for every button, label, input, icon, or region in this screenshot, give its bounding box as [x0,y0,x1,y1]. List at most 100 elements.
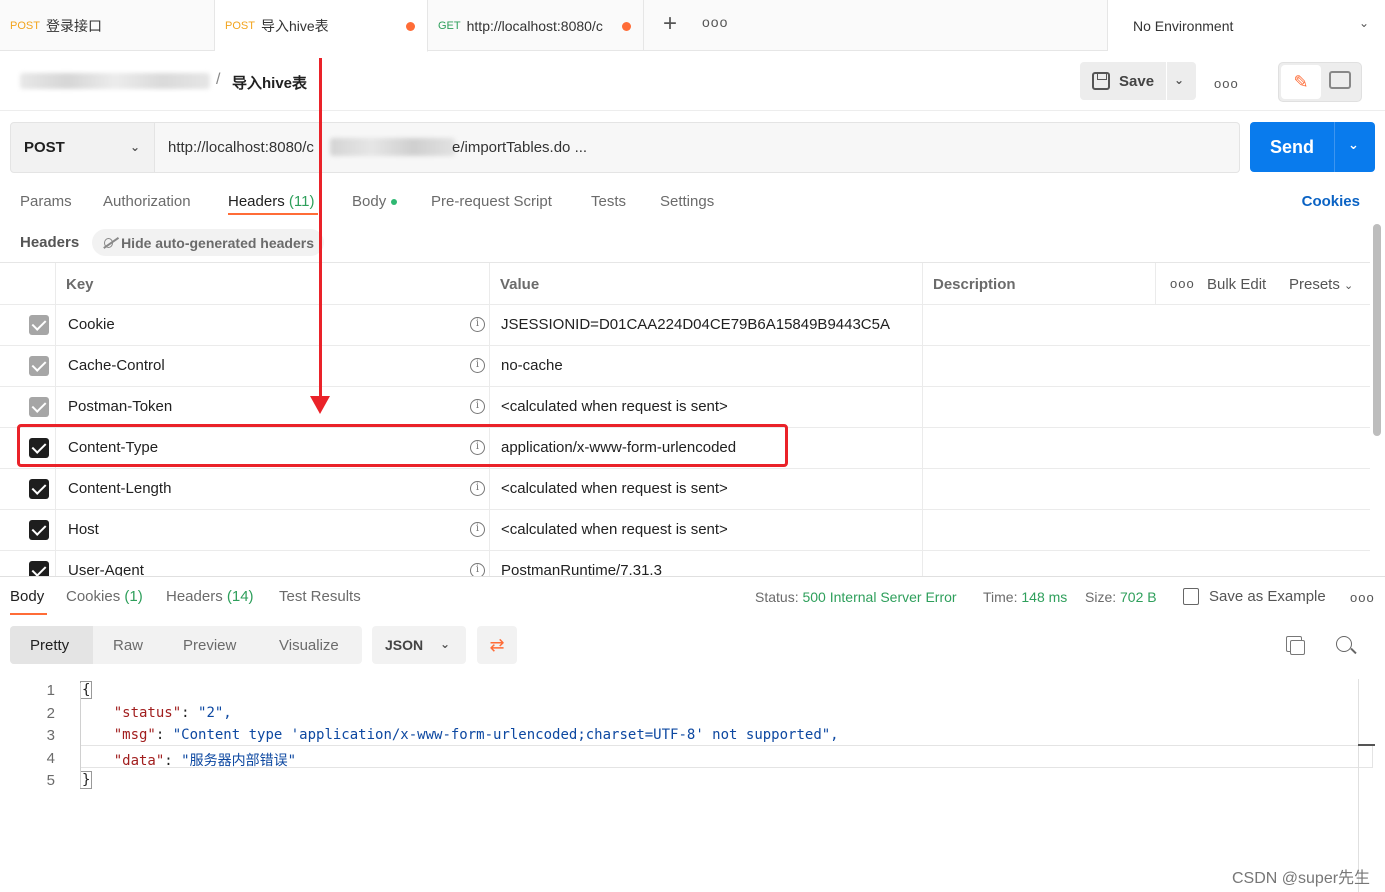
header-key[interactable]: Cookie [68,316,115,333]
json-brace: { [80,681,93,699]
header-key[interactable]: Cache-Control [68,357,165,374]
code-line: 4 "data": "服务器内部错误" [0,747,1360,769]
environment-select[interactable]: No Environment ⌄ [1107,0,1385,51]
table-more-icon[interactable]: ooo [1170,276,1195,291]
response-status[interactable]: Status: 500 Internal Server Error [755,589,957,605]
new-tab-plus-icon[interactable]: + [656,10,684,38]
tab-more-icon[interactable]: ooo [702,14,728,30]
line-number: 2 [46,704,55,722]
header-description[interactable] [923,551,1370,576]
header-key[interactable]: Postman-Token [68,398,172,415]
tab-body[interactable]: Body [352,193,398,210]
json-value: "2", [198,704,232,721]
response-body-editor[interactable]: 1{2 "status": "2", 3 "msg": "Content type… [0,679,1385,892]
edit-comment-toggle: ✎ [1278,62,1362,102]
response-more-icon[interactable]: ooo [1350,590,1375,605]
info-icon[interactable]: i [470,399,485,414]
column-key: Key [66,276,94,293]
tab-pre-request-script[interactable]: Pre-request Script [431,193,552,210]
view-raw[interactable]: Raw [113,626,143,664]
save-button[interactable]: Save ⌄ [1080,62,1196,100]
tab-tests[interactable]: Tests [591,193,626,210]
copy-icon[interactable] [1286,636,1305,655]
info-icon[interactable]: i [470,317,485,332]
send-button[interactable]: Send ⌄ [1250,122,1375,172]
view-preview[interactable]: Preview [183,626,236,664]
header-key[interactable]: Content-Length [68,480,171,497]
header-description[interactable] [923,510,1370,550]
header-checkbox[interactable] [29,356,49,376]
header-value[interactable]: <calculated when request is sent> [501,398,728,415]
scrollbar[interactable] [1373,224,1381,436]
json-key: "data" [113,752,165,769]
environment-label: No Environment [1133,17,1234,34]
info-icon[interactable]: i [470,522,485,537]
response-tab-test-results[interactable]: Test Results [279,588,361,605]
bulk-edit-button[interactable]: Bulk Edit [1207,276,1266,293]
header-description[interactable] [923,346,1370,386]
header-value[interactable]: no-cache [501,357,563,374]
format-select[interactable]: JSON ⌄ [372,626,466,664]
save-as-example-button[interactable]: Save as Example [1183,588,1326,605]
header-checkbox[interactable] [29,561,49,576]
header-description[interactable] [923,387,1370,427]
table-row: Content-Length i <calculated when request … [0,469,1370,510]
view-visualize[interactable]: Visualize [279,626,339,664]
breadcrumb-separator: / [216,71,221,88]
header-value[interactable]: PostmanRuntime/7.31.3 [501,562,662,576]
method-select[interactable]: POST ⌄ [10,122,155,173]
view-pretty[interactable]: Pretty [10,626,93,664]
response-size[interactable]: Size: 702 B [1085,589,1157,605]
response-tab-body[interactable]: Body [10,588,44,605]
header-checkbox[interactable] [29,315,49,335]
header-description[interactable] [923,428,1370,468]
json-value: "服务器内部错误" [181,752,297,769]
save-options-chevron-icon[interactable]: ⌄ [1174,73,1184,87]
request-more-icon[interactable]: ooo [1214,76,1239,91]
header-value[interactable]: <calculated when request is sent> [501,521,728,538]
url-end: e/importTables.do ... [452,139,588,156]
info-icon[interactable]: i [470,563,485,576]
tab-params[interactable]: Params [20,193,72,210]
tab-authorization[interactable]: Authorization [103,193,191,210]
request-title[interactable]: 导入hive表 [232,72,307,93]
headers-section-title: Headers [20,234,80,251]
search-icon[interactable] [1336,636,1352,652]
header-checkbox[interactable] [29,397,49,417]
line-number: 4 [46,749,55,767]
request-tab-get-localhost[interactable]: GET http://localhost:8080/c [428,0,644,51]
json-brace: } [80,771,93,789]
hide-auto-generated-headers-button[interactable]: Hide auto-generated headers [92,229,324,256]
presets-dropdown[interactable]: Presets ⌄ [1289,276,1353,293]
info-icon[interactable]: i [470,481,485,496]
comment-icon[interactable] [1329,71,1351,89]
cookies-link[interactable]: Cookies [1302,193,1360,210]
response-time[interactable]: Time: 148 ms [983,589,1067,605]
request-tab-login[interactable]: POST 登录接口 [0,0,215,51]
header-description[interactable] [923,305,1370,345]
header-key[interactable]: Host [68,521,99,538]
header-value[interactable]: <calculated when request is sent> [501,480,728,497]
response-tab-cookies[interactable]: Cookies (1) [66,588,143,605]
info-icon[interactable]: i [470,358,485,373]
header-description[interactable] [923,469,1370,509]
tab-settings[interactable]: Settings [660,193,714,210]
request-tab-import-hive[interactable]: POST 导入hive表 [215,0,428,52]
eye-off-icon [104,237,114,248]
url-input[interactable]: http://localhost:8080/c e/importTables.d… [155,122,1240,173]
code-line: 2 "status": "2", [0,702,1360,724]
send-options-chevron-icon[interactable]: ⌄ [1348,137,1359,153]
header-value[interactable]: JSESSIONID=D01CAA224D04CE79B6A15849B9443… [501,316,890,333]
pencil-icon[interactable]: ✎ [1281,65,1321,99]
tab-headers[interactable]: Headers (11) [228,193,314,210]
table-tools: ooo Bulk Edit Presets ⌄ [1155,263,1370,305]
response-tab-headers[interactable]: Headers (14) [166,588,254,605]
header-checkbox[interactable] [29,479,49,499]
active-tab-underline [228,213,318,215]
method-value: POST [24,139,65,156]
header-checkbox[interactable] [29,520,49,540]
tab-name: 登录接口 [45,17,102,34]
column-value: Value [500,276,540,293]
header-key[interactable]: User-Agent [68,562,144,576]
wrap-lines-icon[interactable]: ⇄ [477,626,517,664]
